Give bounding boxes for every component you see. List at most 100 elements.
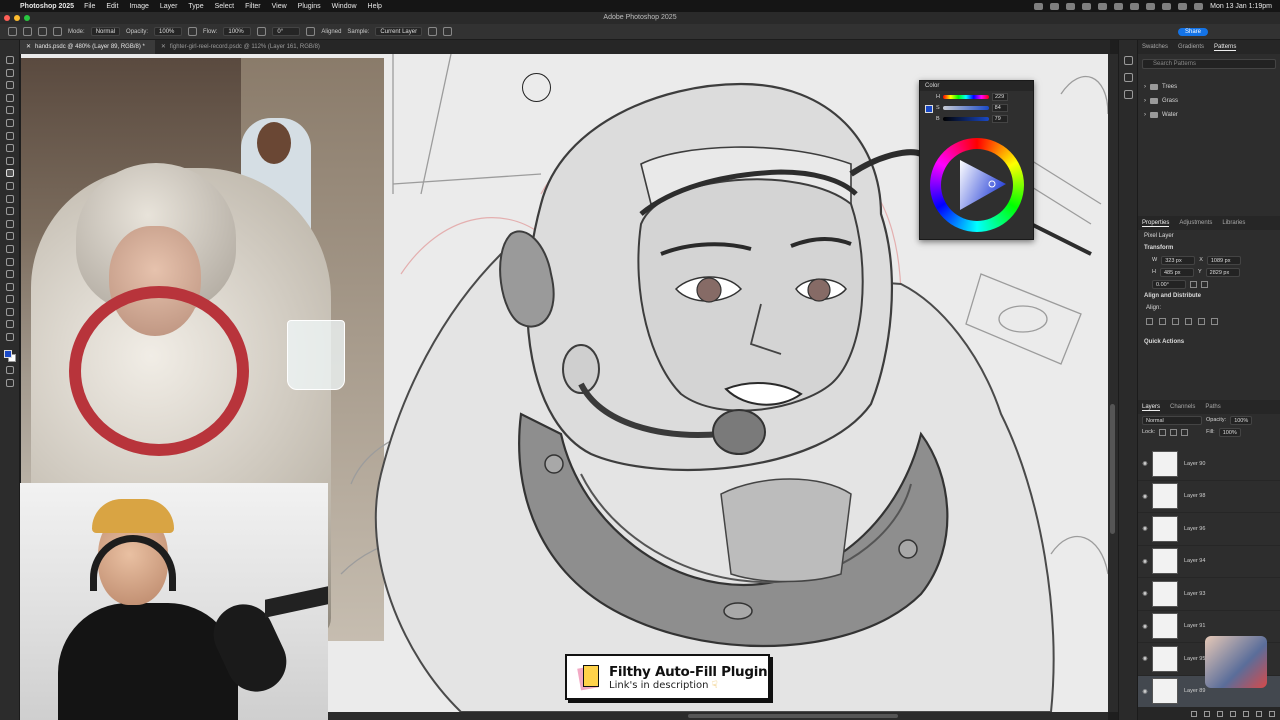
history-brush-tool-icon[interactable] [5, 181, 14, 190]
tray-icon[interactable] [1114, 2, 1124, 10]
color-foreground-swatch[interactable] [925, 105, 933, 113]
move-tool-icon[interactable] [5, 56, 14, 64]
scroll-thumb[interactable] [1110, 404, 1115, 534]
hue-slider[interactable] [942, 94, 989, 99]
tray-icon[interactable] [1066, 2, 1076, 10]
ignore-adjustments-icon[interactable] [428, 27, 438, 36]
aligned-checkbox[interactable] [306, 27, 316, 36]
rotate-view-tool-icon[interactable] [5, 307, 14, 316]
sample-select[interactable]: Current Layer [375, 27, 423, 36]
tab-hands[interactable]: ✕ hands.psdc @ 480% (Layer 89, RGB/8) * [20, 40, 155, 54]
minimize-window-button[interactable] [14, 15, 20, 21]
airbrush-icon[interactable] [257, 27, 267, 36]
tab-fighter-girl[interactable]: ✕ fighter-girl-reel-record.psdc @ 112% (… [155, 40, 330, 54]
tray-icon[interactable] [1130, 2, 1140, 10]
brightness-field[interactable]: 79 [991, 114, 1008, 123]
hand-tool-icon[interactable] [5, 295, 14, 304]
eye-icon[interactable]: ◉ [1138, 558, 1152, 565]
lasso-tool-icon[interactable] [5, 81, 14, 90]
menu-image[interactable]: Image [129, 3, 148, 10]
align-center-icon[interactable] [1159, 317, 1166, 325]
quick-mask-icon[interactable] [5, 366, 14, 375]
menu-window[interactable]: Window [332, 3, 357, 10]
share-button[interactable]: Share [1177, 27, 1208, 36]
color-wheel[interactable] [930, 138, 1024, 232]
quick-actions-title[interactable]: Quick Actions [1138, 336, 1280, 348]
tab-properties[interactable]: Properties [1142, 220, 1170, 227]
close-window-button[interactable] [4, 15, 10, 21]
fill-field[interactable]: 100% [1218, 427, 1241, 437]
menu-layer[interactable]: Layer [160, 3, 178, 10]
trash-icon[interactable] [1269, 710, 1275, 717]
object-select-tool-icon[interactable] [5, 93, 14, 102]
chevron-right-icon[interactable]: › [1144, 112, 1146, 118]
new-group-icon[interactable] [1243, 710, 1249, 717]
angle-field[interactable]: 0.00° [1152, 279, 1186, 289]
adjustment-layer-icon[interactable] [1230, 710, 1236, 717]
tray-icon[interactable] [1098, 2, 1108, 10]
menu-type[interactable]: Type [188, 3, 203, 10]
saturation-slider[interactable] [942, 105, 989, 110]
more-tools-icon[interactable] [5, 333, 14, 342]
pattern-folder-trees[interactable]: › Trees [1138, 80, 1280, 94]
close-icon[interactable]: ✕ [161, 40, 166, 54]
brush-panel-icon[interactable] [1123, 90, 1133, 99]
toggle-brush-settings-icon[interactable] [53, 27, 62, 36]
x-field[interactable]: 1089 px [1206, 255, 1241, 265]
search-icon[interactable] [1178, 2, 1188, 10]
mode-select[interactable]: Normal [90, 27, 121, 36]
crop-tool-icon[interactable] [5, 106, 14, 115]
healing-brush-tool-icon[interactable] [5, 144, 14, 153]
align-bottom-icon[interactable] [1211, 317, 1218, 325]
pattern-folder-grass[interactable]: › Grass [1138, 94, 1280, 108]
layer-style-icon[interactable] [1204, 710, 1210, 717]
add-mask-icon[interactable] [1217, 710, 1223, 717]
zoom-window-button[interactable] [24, 15, 30, 21]
opacity-field[interactable]: 100% [154, 27, 183, 36]
tray-icon[interactable] [1146, 2, 1156, 10]
layer-row[interactable]: ◉ Layer 98 [1138, 481, 1280, 513]
path-select-tool-icon[interactable] [5, 270, 14, 279]
lock-pixels-icon[interactable] [1159, 428, 1167, 436]
menu-clock[interactable]: Mon 13 Jan 1:19pm [1210, 3, 1272, 10]
menu-select[interactable]: Select [215, 3, 234, 10]
home-icon[interactable] [8, 27, 17, 36]
foreground-color-swatch[interactable] [3, 349, 12, 358]
layer-row[interactable]: ◉ Layer 94 [1138, 546, 1280, 578]
shape-tool-icon[interactable] [5, 282, 14, 291]
horizontal-scrollbar[interactable] [328, 712, 1108, 720]
menu-app-name[interactable]: Photoshop 2025 [20, 3, 74, 10]
tab-layers[interactable]: Layers [1142, 404, 1161, 411]
chevron-right-icon[interactable]: › [1144, 84, 1146, 90]
tab-paths[interactable]: Paths [1205, 404, 1220, 410]
dodge-tool-icon[interactable] [5, 232, 14, 241]
eye-icon[interactable]: ◉ [1138, 590, 1152, 597]
clone-stamp-tool-icon[interactable] [23, 27, 32, 36]
flip-vertical-icon[interactable] [1201, 280, 1208, 288]
marquee-tool-icon[interactable] [5, 68, 14, 77]
comments-panel-icon[interactable] [1123, 73, 1133, 82]
eraser-tool-icon[interactable] [5, 194, 14, 203]
screen-mode-icon[interactable] [5, 378, 14, 387]
layer-row[interactable]: ◉ Layer 93 [1138, 578, 1280, 611]
brush-preset-icon[interactable] [38, 27, 47, 36]
align-top-icon[interactable] [1185, 317, 1192, 325]
new-layer-icon[interactable] [1256, 710, 1262, 717]
chevron-right-icon[interactable]: › [1144, 98, 1146, 104]
layer-row[interactable]: ◉ Layer 90 [1138, 448, 1280, 481]
close-icon[interactable]: ✕ [26, 40, 31, 54]
color-triangle[interactable] [952, 156, 1010, 214]
transform-title[interactable]: Transform [1138, 242, 1280, 254]
zoom-tool-icon[interactable] [5, 320, 14, 329]
eye-icon[interactable]: ◉ [1138, 655, 1152, 662]
tab-libraries[interactable]: Libraries [1222, 220, 1245, 226]
eye-icon[interactable]: ◉ [1138, 623, 1152, 630]
wifi-icon[interactable] [1162, 2, 1172, 10]
vertical-scrollbar[interactable] [1108, 54, 1118, 712]
menu-edit[interactable]: Edit [106, 3, 118, 10]
pattern-folder-water[interactable]: › Water [1138, 108, 1280, 122]
eye-icon[interactable]: ◉ [1138, 688, 1152, 695]
brightness-slider[interactable] [942, 116, 989, 121]
pen-tool-icon[interactable] [5, 244, 14, 253]
lock-all-icon[interactable] [1181, 428, 1189, 436]
